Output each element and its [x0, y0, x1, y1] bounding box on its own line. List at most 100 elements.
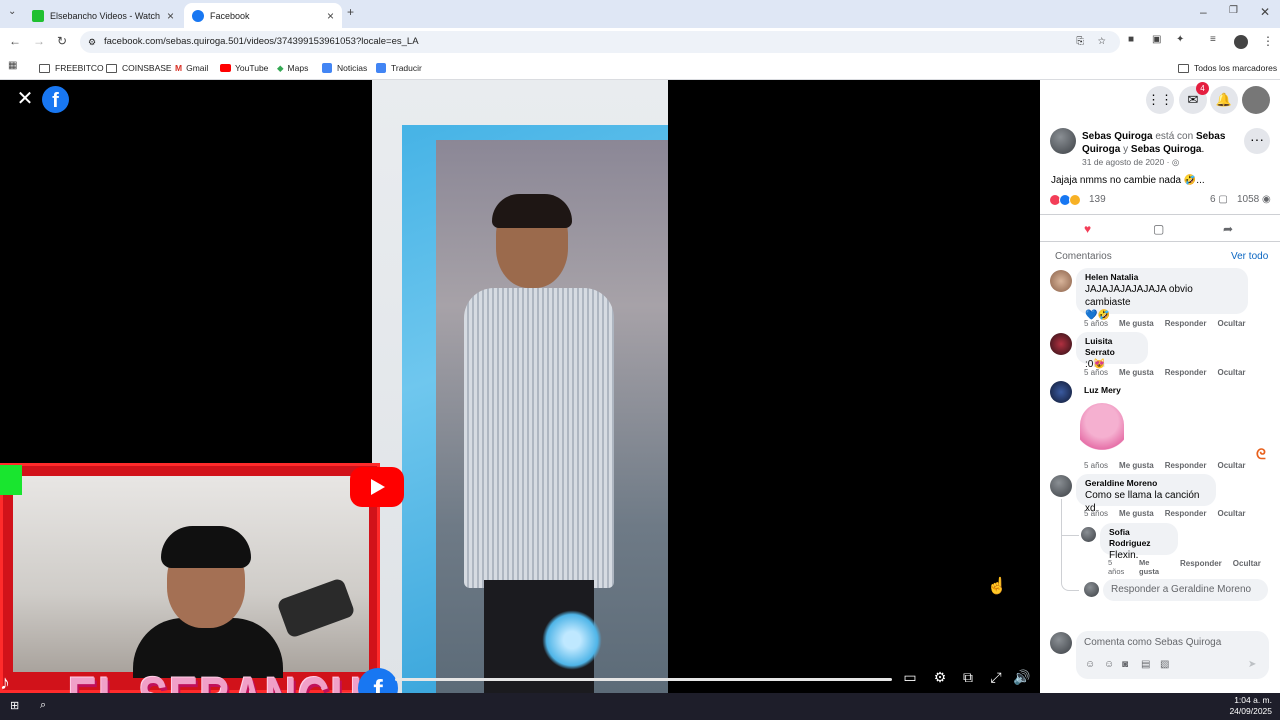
camera-icon[interactable]: ◙ [1122, 659, 1128, 670]
close-icon[interactable]: ✕ [16, 89, 34, 109]
windows-start-icon[interactable]: ⊞ [10, 699, 19, 712]
screenshot-icon[interactable]: ▣ [1152, 34, 1161, 45]
all-bookmarks[interactable]: Todos los marcadores [1178, 61, 1277, 75]
back-icon[interactable]: ← [9, 34, 21, 48]
restore-icon[interactable]: ❐ [1229, 5, 1238, 16]
facebook-favicon-icon [192, 9, 204, 22]
account-avatar[interactable] [1242, 86, 1270, 114]
post-text: Jajaja nmms no cambie nada 🤣... [1051, 175, 1205, 186]
comment-button-icon[interactable]: ▢ [1153, 222, 1164, 236]
sticker-icon[interactable]: ▧ [1160, 659, 1169, 670]
menu-grid-icon[interactable]: ⋮⋮ [1146, 86, 1174, 114]
view-count: 1058 ◉ [1237, 194, 1271, 205]
post-actions: ♥ ▢ ➦ [1040, 214, 1280, 242]
author-link[interactable]: Sebas Quiroga [1082, 131, 1153, 142]
bookmark-star-icon[interactable]: ☆ [1097, 31, 1106, 53]
folder-icon [39, 63, 50, 73]
system-clock[interactable]: 1:04 a. m. 24/09/2025 [1229, 695, 1272, 717]
bookmarks-bar: ▦ FREEBITCO COINSBASE M Gmail YouTube ◆ Ma… [0, 56, 1280, 80]
site-info-icon[interactable]: ⚙ [88, 31, 96, 53]
commenter-avatar[interactable] [1081, 527, 1096, 542]
thread-branch [1061, 530, 1079, 536]
close-window-icon[interactable]: ✕ [1260, 5, 1270, 19]
my-avatar [1050, 632, 1072, 654]
facebook-logo-icon[interactable]: f [42, 86, 69, 113]
bookmark-youtube[interactable]: YouTube [220, 61, 268, 75]
new-tab-icon[interactable]: + [347, 5, 354, 19]
reply-input[interactable]: Responder a Geraldine Moreno [1103, 579, 1268, 601]
youtube-logo-icon [350, 467, 404, 507]
streamer-webcam [0, 463, 380, 693]
bookmark-noticias[interactable]: Noticias [322, 61, 367, 75]
reload-icon[interactable]: ↻ [57, 34, 67, 48]
bookmark-traducir[interactable]: Traducir [376, 61, 422, 75]
video-player[interactable]: ✕ f ♪ EL SEBANCHO f ▭ ⚙ ⧉ ⤢ 🔊 ☝ [0, 80, 1040, 693]
translate-icon [376, 63, 386, 73]
commenter-avatar[interactable] [1050, 333, 1072, 355]
comment-count-icon: ▢ [1218, 194, 1228, 205]
tab-facebook[interactable]: Facebook × [184, 3, 342, 28]
volume-icon[interactable]: 🔊 [1013, 668, 1031, 686]
news-icon [322, 63, 332, 73]
emoji-icon[interactable]: ☺ [1104, 659, 1114, 670]
tab-search-icon[interactable]: ⌄ [8, 6, 16, 17]
bookmark-maps[interactable]: ◆ Maps [277, 61, 308, 75]
video-frame-photo [372, 80, 668, 693]
forward-icon[interactable]: → [33, 34, 45, 48]
post-sidebar: ⋮⋮ ✉ 🔔 [1040, 80, 1280, 693]
fb-top-nav: ⋮⋮ ✉ 🔔 [1040, 80, 1280, 120]
bookmark-gmail[interactable]: M Gmail [175, 61, 208, 75]
comments-header: Comentarios [1055, 251, 1112, 262]
commenter-avatar[interactable] [1050, 475, 1072, 497]
browser-toolbar: ← → ↻ ⚙ facebook.com/sebas.quiroga.501/v… [0, 28, 1280, 56]
extensions-puzzle-icon[interactable]: ✦ [1176, 34, 1184, 45]
bookmark-freebitco[interactable]: FREEBITCO [39, 61, 104, 75]
close-tab-icon[interactable]: × [327, 9, 334, 23]
post-header: Sebas Quiroga está con Sebas Quiroga y S… [1082, 131, 1226, 155]
mouse-cursor-icon: ☝ [987, 578, 1007, 595]
send-icon[interactable]: ➤ [1248, 659, 1256, 670]
tab-elsebancho[interactable]: Elsebancho Videos - Watch On × [24, 3, 182, 28]
kick-logo-icon [0, 465, 22, 495]
gif-icon[interactable]: ▤ [1141, 659, 1150, 670]
captions-icon[interactable]: ▭ [901, 668, 919, 686]
picture-in-picture-icon[interactable]: ⧉ [959, 668, 977, 686]
profile-avatar[interactable] [1234, 35, 1248, 49]
commenter-avatar[interactable] [1050, 270, 1072, 292]
comment-composer[interactable]: Comenta como Sebas Quiroga ☺ ☺ ◙ ▤ ▧ ➤ [1076, 631, 1269, 679]
tag-link-2[interactable]: Sebas Quiroga [1131, 144, 1202, 155]
notifications-bell-icon[interactable]: 🔔 [1210, 86, 1238, 114]
minimize-icon[interactable]: – [1200, 5, 1207, 19]
extension-icon[interactable]: ■ [1128, 34, 1134, 45]
avatar-sticker-icon[interactable]: ☺ [1085, 659, 1095, 670]
fullscreen-icon[interactable]: ⤢ [987, 668, 1005, 686]
post-date[interactable]: 31 de agosto de 2020 · ◎ [1082, 157, 1179, 168]
ad-logo-icon: ᘓ [1256, 446, 1266, 462]
more-options-icon[interactable]: ··· [1244, 128, 1270, 154]
comment-input[interactable]: Comenta como Sebas Quiroga [1084, 637, 1221, 648]
address-bar[interactable]: ⚙ facebook.com/sebas.quiroga.501/videos/… [80, 31, 1120, 53]
globe-icon: ◎ [1171, 157, 1180, 167]
browser-tab-bar: ⌄ Elsebancho Videos - Watch On × Faceboo… [0, 0, 1280, 28]
wow-reaction-icon [1069, 194, 1081, 206]
settings-gear-icon[interactable]: ⚙ [931, 668, 949, 686]
reading-list-icon[interactable]: ≡ [1210, 34, 1216, 45]
comment-count[interactable]: 6 ▢ [1210, 194, 1228, 205]
commenter-avatar[interactable] [1050, 381, 1072, 403]
sticker-image [1080, 403, 1124, 455]
thread-line [1061, 499, 1079, 591]
share-button-icon[interactable]: ➦ [1223, 222, 1233, 236]
install-icon[interactable]: ⎘ [1076, 31, 1084, 53]
see-all-link[interactable]: Ver todo [1231, 251, 1268, 262]
author-avatar[interactable] [1050, 128, 1076, 154]
bookmark-coinsbase[interactable]: COINSBASE [106, 61, 172, 75]
close-tab-icon[interactable]: × [167, 9, 174, 23]
video-progress-bar[interactable] [395, 678, 892, 681]
streamer-name-overlay: EL SEBANCHO [68, 666, 398, 693]
apps-grid-icon[interactable]: ▦ [8, 60, 17, 71]
reaction-summary[interactable]: 139 6 ▢ 1058 ◉ [1049, 193, 1271, 207]
love-button-icon[interactable]: ♥ [1084, 222, 1091, 236]
menu-icon[interactable]: ⋮ [1262, 34, 1274, 48]
tiktok-logo-icon: ♪ [0, 672, 10, 693]
search-icon[interactable]: ⌕ [40, 699, 46, 712]
